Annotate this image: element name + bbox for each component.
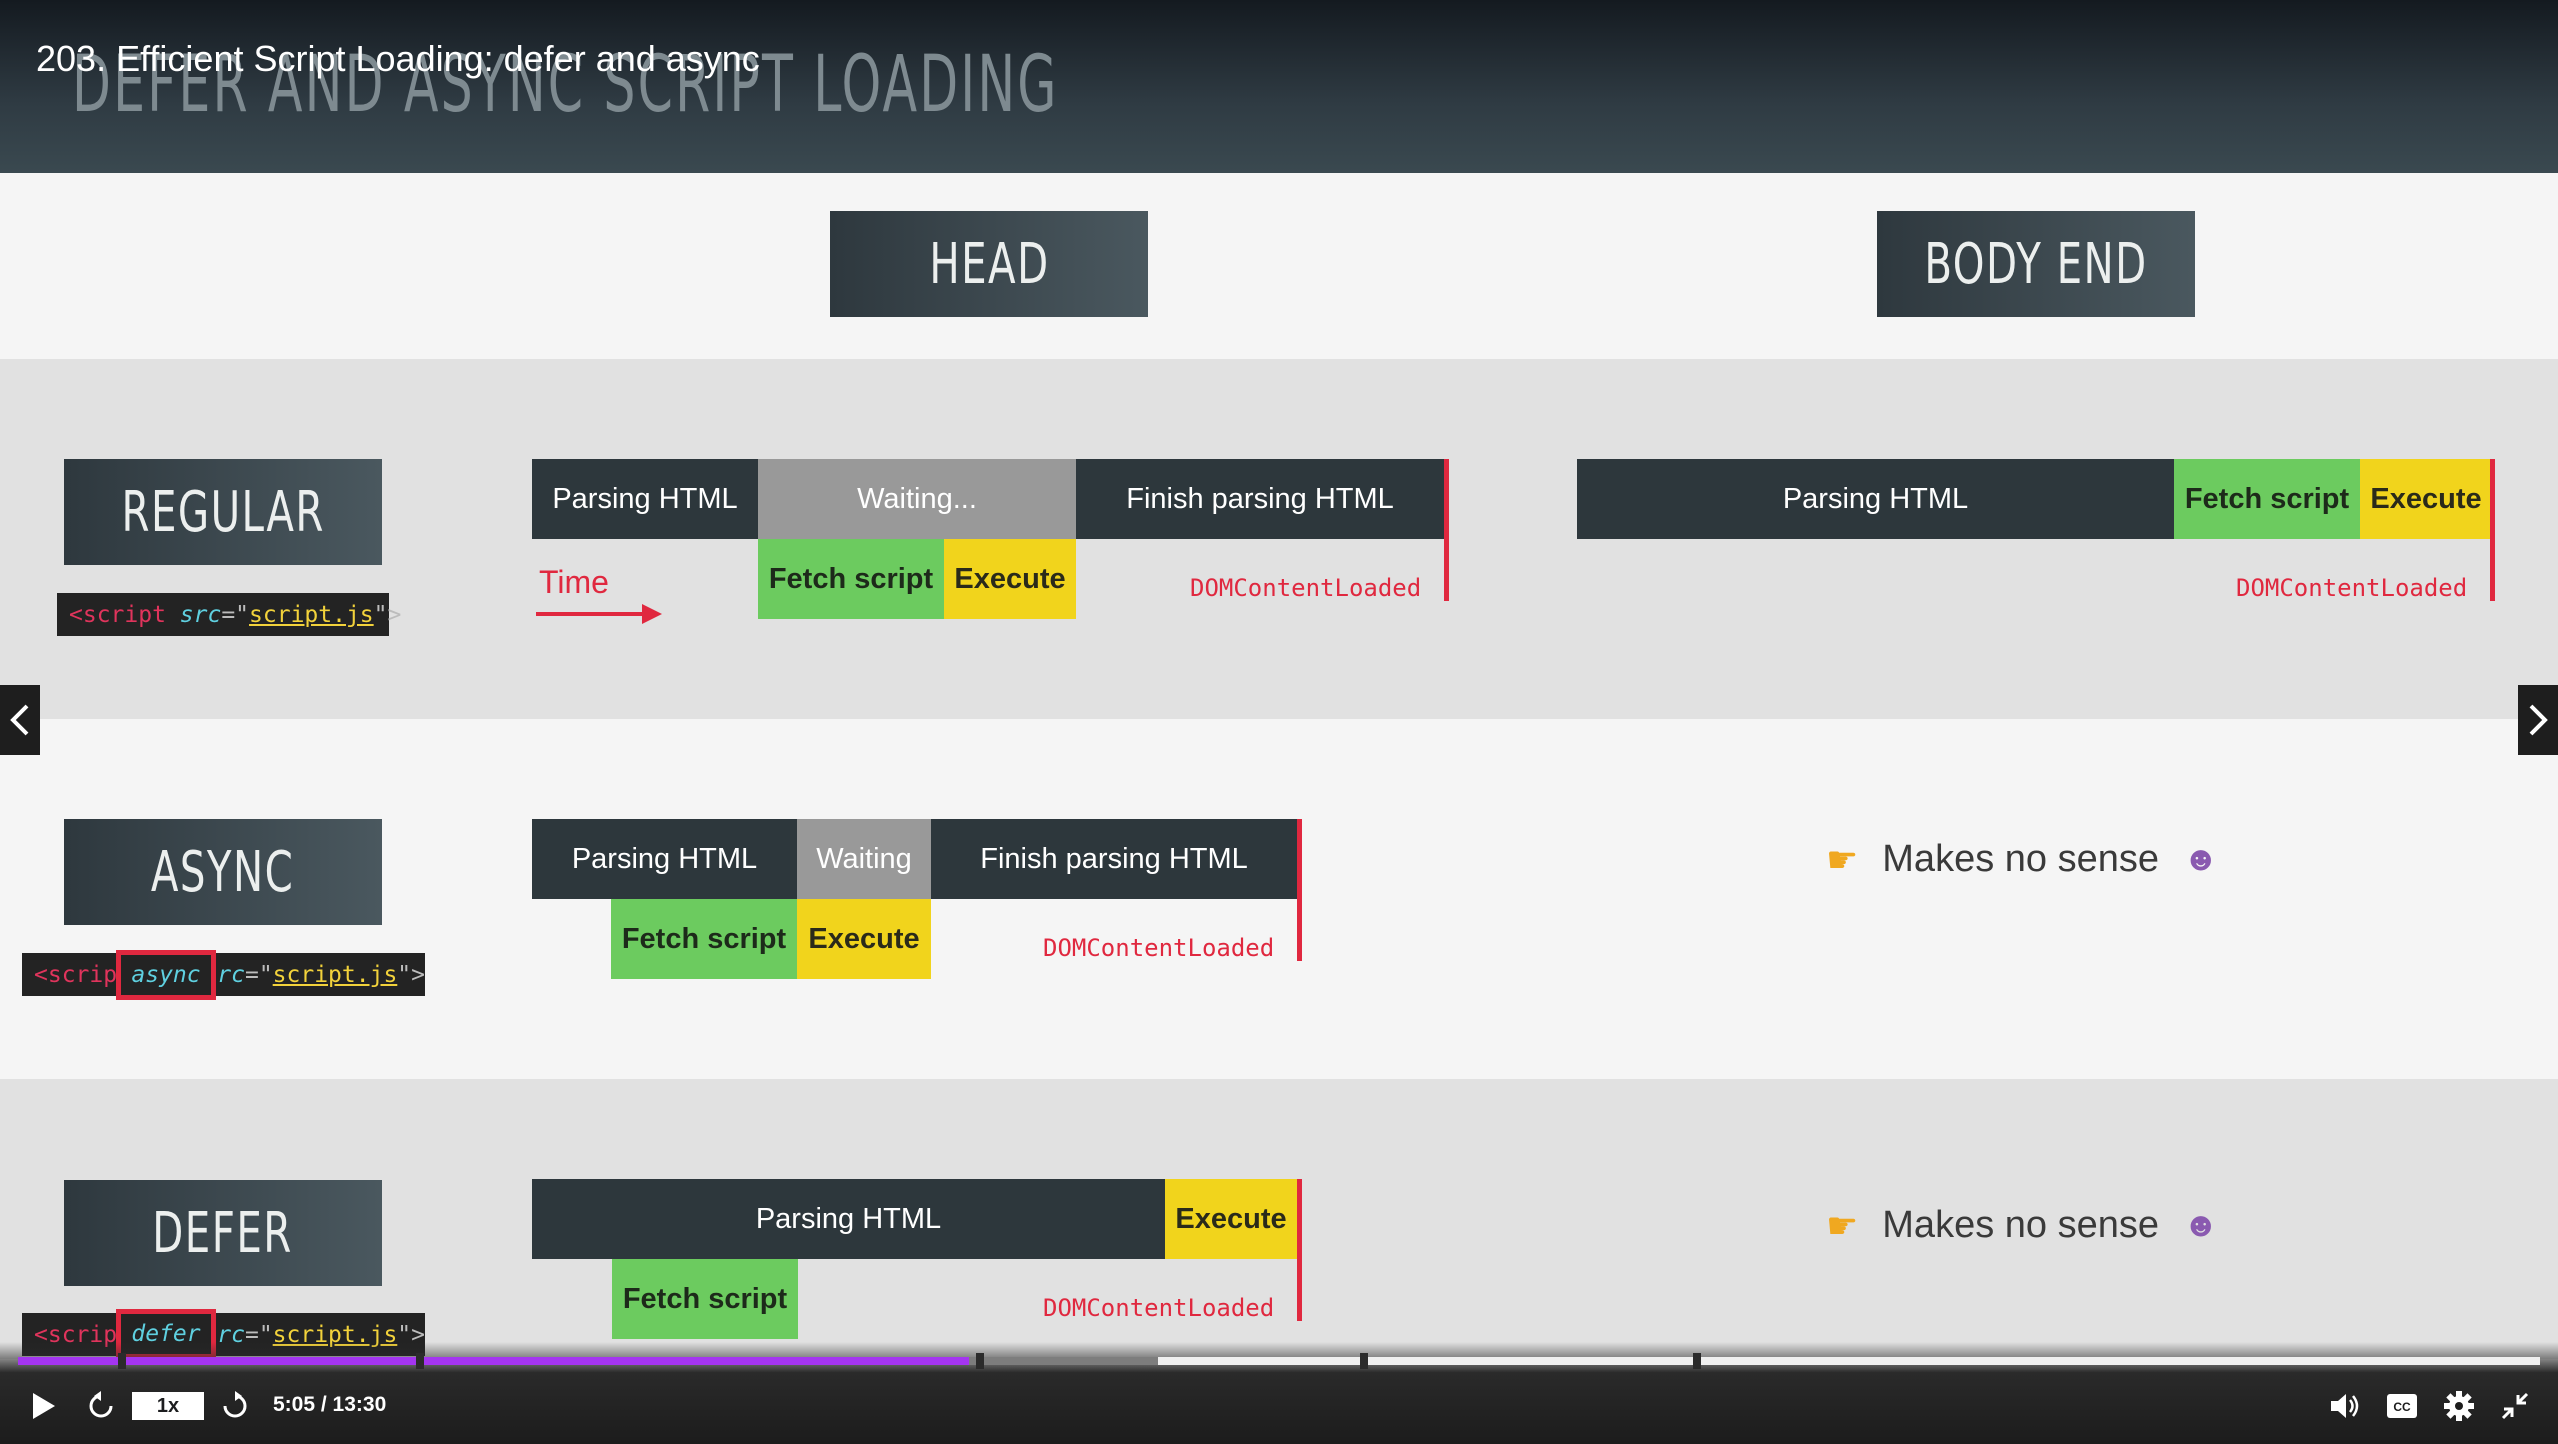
defer-head-fetch-script: Fetch script — [612, 1259, 798, 1339]
defer-head-dcl-marker — [1297, 1179, 1302, 1321]
regular-body-dcl-marker — [2490, 459, 2495, 601]
play-icon — [33, 1393, 55, 1419]
chevron-left-icon — [10, 704, 29, 736]
defer-head-dcl-label: DOMContentLoaded — [1043, 1294, 1275, 1322]
video-title: 203. Efficient Script Loading: defer and… — [36, 38, 760, 79]
forward-icon — [223, 1391, 247, 1418]
exit-fullscreen-button[interactable] — [2494, 1385, 2536, 1427]
regular-head-waiting: Waiting... — [758, 459, 1076, 539]
time-arrow-icon — [536, 604, 662, 624]
regular-head-fetch-script: Fetch script — [758, 539, 944, 619]
chevron-right-icon — [2529, 704, 2548, 736]
previous-lecture-button[interactable] — [0, 685, 40, 755]
async-head-waiting: Waiting — [797, 819, 931, 899]
async-attribute-highlight: async — [116, 950, 216, 1000]
regular-script-tag: <script src =" script.js "> — [57, 593, 401, 636]
regular-head-dcl-label: DOMContentLoaded — [1190, 574, 1422, 602]
settings-button[interactable] — [2438, 1385, 2480, 1427]
defer-body-note: ☛ Makes no sense ☻ — [1826, 1204, 2219, 1246]
chapter-marker — [976, 1353, 984, 1369]
rewind-icon — [89, 1391, 113, 1418]
async-body-note: ☛ Makes no sense ☻ — [1826, 838, 2219, 880]
forward-button[interactable] — [214, 1385, 256, 1427]
regular-body-dcl-label: DOMContentLoaded — [2236, 574, 2468, 602]
async-label: ASYNC — [64, 819, 382, 925]
defer-head-execute: Execute — [1165, 1179, 1297, 1259]
async-head-dcl-label: DOMContentLoaded — [1043, 934, 1275, 962]
playback-speed-button[interactable]: 1x — [132, 1392, 204, 1420]
async-script-tag: <scrip src =" script.js "> — [22, 953, 425, 996]
async-row-band — [0, 719, 2558, 1079]
defer-label: DEFER — [64, 1180, 382, 1286]
regular-body-execute: Execute — [2360, 459, 2492, 539]
regular-body-parsing-html: Parsing HTML — [1577, 459, 2174, 539]
regular-head-parsing-html: Parsing HTML — [532, 459, 758, 539]
head-column-label: HEAD — [830, 211, 1148, 317]
volume-button[interactable] — [2324, 1385, 2366, 1427]
chapter-marker — [118, 1353, 126, 1369]
regular-row-band — [0, 359, 2558, 719]
defer-head-parsing-html: Parsing HTML — [532, 1179, 1165, 1259]
pointing-hand-icon: ☛ — [1826, 1204, 1859, 1246]
time-display: 5:05 / 13:30 — [273, 1393, 387, 1416]
regular-head-execute: Execute — [944, 539, 1076, 619]
next-lecture-button[interactable] — [2518, 685, 2558, 755]
regular-body-fetch-script: Fetch script — [2174, 459, 2360, 539]
fullscreen-exit-icon — [2501, 1392, 2529, 1420]
svg-text:CC: CC — [2393, 1400, 2411, 1414]
rewind-button[interactable] — [80, 1385, 122, 1427]
regular-head-finish-parsing: Finish parsing HTML — [1076, 459, 1444, 539]
settings-icon — [2444, 1391, 2474, 1421]
captions-icon: CC — [2387, 1394, 2417, 1418]
async-head-fetch-script: Fetch script — [611, 899, 797, 979]
shrug-icon: ☻ — [2183, 840, 2219, 878]
async-head-parsing-html: Parsing HTML — [532, 819, 797, 899]
captions-button[interactable]: CC — [2381, 1385, 2423, 1427]
async-head-dcl-marker — [1297, 819, 1302, 961]
regular-label: REGULAR — [64, 459, 382, 565]
async-head-finish-parsing: Finish parsing HTML — [931, 819, 1297, 899]
pointing-hand-icon: ☛ — [1826, 838, 1859, 880]
progress-played — [18, 1357, 969, 1365]
chapter-marker — [1360, 1353, 1368, 1369]
body-end-column-label: BODY END — [1877, 211, 2195, 317]
time-label: Time — [539, 564, 609, 600]
chapter-marker — [416, 1353, 424, 1369]
volume-icon — [2331, 1394, 2359, 1418]
shrug-icon: ☻ — [2183, 1206, 2219, 1244]
play-button[interactable] — [22, 1385, 64, 1427]
async-head-execute: Execute — [797, 899, 931, 979]
regular-head-dcl-marker — [1444, 459, 1449, 601]
chapter-marker — [1693, 1353, 1701, 1369]
